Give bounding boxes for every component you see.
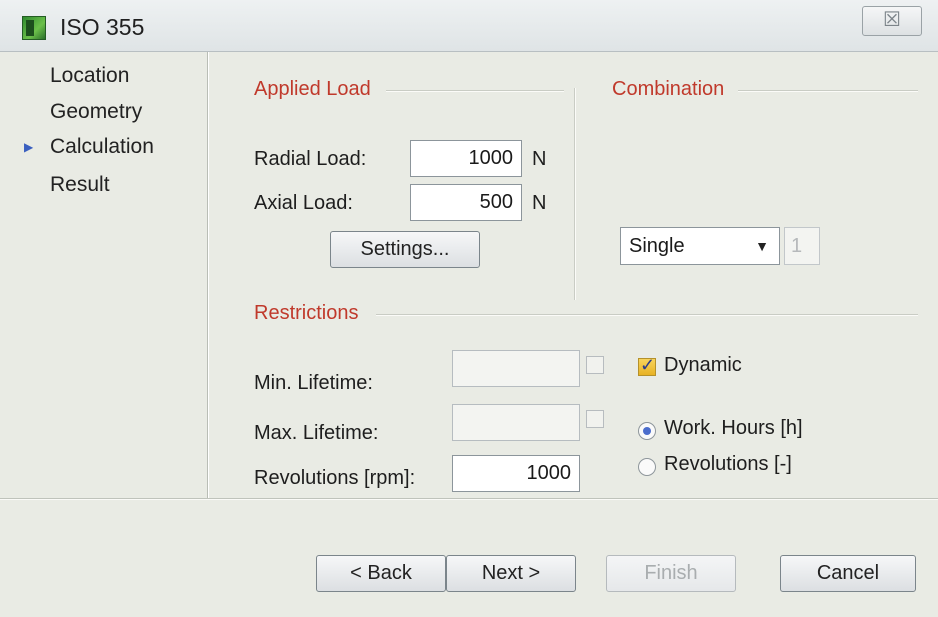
combination-select-value: Single xyxy=(629,235,685,257)
axial-load-unit: N xyxy=(532,192,547,214)
min-lifetime-label: Min. Lifetime: xyxy=(254,372,373,394)
combination-count-field: 1 xyxy=(784,227,820,265)
work-hours-label: Work. Hours [h] xyxy=(664,417,803,439)
applied-load-title: Applied Load xyxy=(254,78,371,100)
combination-group-line xyxy=(738,90,918,92)
work-hours-radio[interactable] xyxy=(638,422,656,440)
finish-button[interactable]: Finish xyxy=(606,555,736,592)
applied-load-group-line xyxy=(386,90,564,92)
axial-load-label: Axial Load: xyxy=(254,192,353,214)
close-button[interactable]: ☒ xyxy=(862,6,922,36)
revolutions-rpm-label: Revolutions [rpm]: xyxy=(254,467,416,489)
cancel-button[interactable]: Cancel xyxy=(780,555,916,592)
title-bar: ISO 355 ☒ xyxy=(0,0,938,52)
restrictions-title: Restrictions xyxy=(254,302,359,324)
revolutions-option-label: Revolutions [-] xyxy=(664,453,792,475)
combination-select[interactable]: Single ▼ xyxy=(620,227,780,265)
revolutions-radio[interactable] xyxy=(638,458,656,476)
wizard-nav: Location Geometry ▶ Calculation Result xyxy=(0,52,208,498)
axial-load-input[interactable]: 500 xyxy=(410,184,522,221)
max-lifetime-label: Max. Lifetime: xyxy=(254,422,379,444)
back-button[interactable]: < Back xyxy=(316,555,446,592)
radial-load-unit: N xyxy=(532,148,547,170)
settings-button[interactable]: Settings... xyxy=(330,231,480,268)
nav-divider xyxy=(207,52,209,498)
radial-load-label: Radial Load: xyxy=(254,148,367,170)
window-title: ISO 355 xyxy=(60,14,145,40)
nav-item-location[interactable]: Location xyxy=(50,64,129,88)
group-separator xyxy=(574,88,576,300)
max-lifetime-input[interactable] xyxy=(452,404,580,441)
app-icon xyxy=(22,16,46,40)
max-lifetime-checkbox[interactable] xyxy=(586,410,604,428)
nav-item-calculation[interactable]: Calculation xyxy=(50,135,154,159)
min-lifetime-checkbox[interactable] xyxy=(586,356,604,374)
nav-item-result[interactable]: Result xyxy=(50,173,110,197)
nav-item-geometry[interactable]: Geometry xyxy=(50,100,142,124)
next-button[interactable]: Next > xyxy=(446,555,576,592)
active-step-arrow-icon: ▶ xyxy=(24,140,34,154)
restrictions-group-line xyxy=(376,314,918,316)
radial-load-input[interactable]: 1000 xyxy=(410,140,522,177)
dynamic-checkbox[interactable] xyxy=(638,355,656,376)
dynamic-label: Dynamic xyxy=(664,354,742,376)
chevron-down-icon: ▼ xyxy=(755,238,769,254)
min-lifetime-input[interactable] xyxy=(452,350,580,387)
combination-title: Combination xyxy=(612,78,725,100)
revolutions-rpm-input[interactable]: 1000 xyxy=(452,455,580,492)
footer-divider xyxy=(0,498,938,500)
